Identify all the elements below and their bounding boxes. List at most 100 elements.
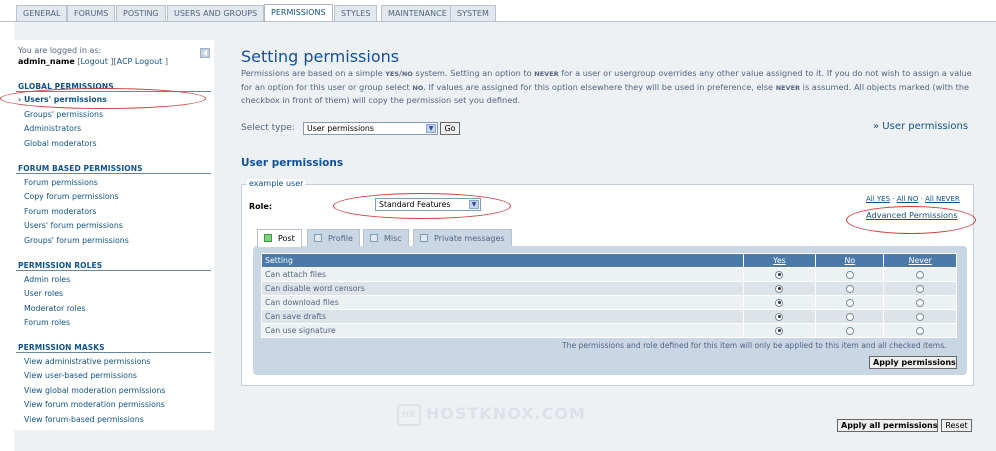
fieldset-legend: example user (247, 179, 306, 188)
reset-button[interactable]: Reset (941, 419, 972, 432)
header-yes[interactable]: Yes (742, 253, 817, 268)
sidebar-item-groups-permissions[interactable]: Groups' permissions (24, 110, 103, 119)
tab-users-and-groups[interactable]: USERS AND GROUPS (167, 5, 265, 21)
subtab-private-messages[interactable]: Private messages (413, 229, 512, 246)
radio-never[interactable] (916, 326, 925, 335)
subtab-profile[interactable]: Profile (307, 229, 360, 246)
login-label: You are logged in as: (18, 46, 102, 55)
radio-no[interactable] (845, 312, 854, 321)
apply-all-permissions-button[interactable]: Apply all permissions (837, 419, 938, 432)
arrow-left-icon (203, 50, 207, 56)
bracket-close: ] (164, 57, 168, 66)
tab-system[interactable]: SYSTEM (450, 5, 496, 21)
all-yes-link[interactable]: All YES (866, 195, 890, 203)
top-navigation: GENERAL FORUMS POSTING USERS AND GROUPS … (0, 0, 996, 22)
tab-general[interactable]: GENERAL (16, 5, 68, 21)
sidebar-item-forum-permissions[interactable]: Forum permissions (24, 178, 98, 187)
setting-name: Can attach files (261, 267, 744, 282)
sidebar-item-copy-forum-permissions[interactable]: Copy forum permissions (24, 192, 119, 201)
sidebar-item-administrators[interactable]: Administrators (24, 124, 81, 133)
tab-styles[interactable]: STYLES (334, 5, 378, 21)
sidebar-divider (16, 173, 211, 174)
sidebar-item-view-forum-mod-permissions[interactable]: View forum moderation permissions (24, 400, 165, 409)
sidebar-item-view-admin-permissions[interactable]: View administrative permissions (24, 357, 150, 366)
sidebar-heading-masks: PERMISSION MASKS (18, 343, 105, 352)
sidebar-item-forum-roles[interactable]: Forum roles (24, 318, 70, 327)
tab-maintenance[interactable]: MAINTENANCE (381, 5, 454, 21)
checkbox-icon (370, 234, 378, 242)
apply-permissions-button[interactable]: Apply permissions (869, 356, 957, 369)
setting-name: Can download files (261, 295, 744, 310)
radio-yes[interactable] (775, 284, 784, 293)
page-description: Permissions are based on a simple YES/NO… (241, 68, 972, 105)
chevron-down-icon: ▼ (426, 124, 436, 133)
sidebar-heading-forum-based: FORUM BASED PERMISSIONS (18, 164, 143, 173)
annotation-ellipse-advanced (846, 206, 976, 234)
watermark: HOSTKNOX.COM (426, 404, 586, 423)
radio-never[interactable] (916, 298, 925, 307)
radio-no[interactable] (845, 326, 854, 335)
sidebar-divider (16, 270, 211, 271)
subtab-misc[interactable]: Misc (363, 229, 409, 246)
all-links: All YES · All NO · All NEVER (866, 195, 960, 203)
select-type-dropdown[interactable]: User permissions ▼ (303, 122, 438, 135)
checkbox-icon (420, 234, 428, 242)
apply-note: The permissions and role defined for thi… (562, 341, 947, 350)
permissions-table: Setting Yes No Never Can attach files Ca… (261, 253, 957, 338)
sidebar-item-view-global-mod-permissions[interactable]: View global moderation permissions (24, 386, 165, 395)
radio-never[interactable] (916, 270, 925, 279)
setting-name: Can save drafts (261, 309, 744, 324)
collapse-sidebar-button[interactable] (200, 48, 210, 58)
username: admin_name (18, 57, 75, 66)
radio-never[interactable] (916, 312, 925, 321)
checkbox-icon (314, 234, 322, 242)
annotation-ellipse-role (333, 193, 511, 219)
breadcrumb[interactable]: » User permissions (873, 121, 968, 132)
logout-link[interactable]: Logout (80, 57, 107, 66)
all-never-link[interactable]: All NEVER (925, 195, 960, 203)
table-row: Can download files (261, 295, 957, 310)
tab-posting[interactable]: POSTING (116, 5, 166, 21)
sidebar-item-view-user-permissions[interactable]: View user-based permissions (24, 371, 137, 380)
tab-permissions[interactable]: PERMISSIONS (264, 4, 333, 22)
sidebar-item-view-forum-permissions[interactable]: View forum-based permissions (24, 415, 144, 424)
radio-yes[interactable] (775, 298, 784, 307)
radio-no[interactable] (845, 270, 854, 279)
header-no[interactable]: No (815, 253, 885, 268)
acp-logout-link[interactable]: ACP Logout (117, 57, 163, 66)
sidebar-item-forum-moderators[interactable]: Forum moderators (24, 207, 96, 216)
sidebar-heading-roles: PERMISSION ROLES (18, 261, 103, 270)
annotation-ellipse-sidebar (0, 88, 206, 109)
header-setting: Setting (261, 253, 744, 268)
sidebar-item-groups-forum-permissions[interactable]: Groups' forum permissions (24, 236, 129, 245)
header-never[interactable]: Never (883, 253, 957, 268)
sidebar-item-global-moderators[interactable]: Global moderators (24, 139, 97, 148)
sidebar-divider (16, 352, 211, 353)
go-button[interactable]: Go (440, 122, 460, 135)
radio-yes[interactable] (775, 326, 784, 335)
sidebar-item-users-forum-permissions[interactable]: Users' forum permissions (24, 221, 123, 230)
radio-yes[interactable] (775, 270, 784, 279)
table-row: Can disable word censors (261, 281, 957, 296)
table-row: Can use signature (261, 323, 957, 338)
page-title: Setting permissions (241, 47, 400, 66)
login-info: You are logged in as: admin_name [Logout… (18, 46, 168, 66)
checkbox-icon (264, 234, 272, 242)
subtab-post[interactable]: Post (257, 229, 302, 247)
setting-name: Can use signature (261, 323, 744, 338)
sidebar-item-user-roles[interactable]: User roles (24, 289, 63, 298)
radio-no[interactable] (845, 298, 854, 307)
tab-forums[interactable]: FORUMS (67, 5, 116, 21)
radio-never[interactable] (916, 284, 925, 293)
sidebar-item-admin-roles[interactable]: Admin roles (24, 275, 70, 284)
all-no-link[interactable]: All NO (897, 195, 919, 203)
sidebar-item-moderator-roles[interactable]: Moderator roles (24, 304, 86, 313)
table-row: Can attach files (261, 267, 957, 282)
radio-yes[interactable] (775, 312, 784, 321)
radio-no[interactable] (845, 284, 854, 293)
select-type-label: Select type: (241, 123, 295, 133)
role-label: Role: (249, 202, 273, 211)
watermark-logo: HK (397, 404, 421, 426)
table-row: Can save drafts (261, 309, 957, 324)
section-title: User permissions (241, 157, 344, 169)
